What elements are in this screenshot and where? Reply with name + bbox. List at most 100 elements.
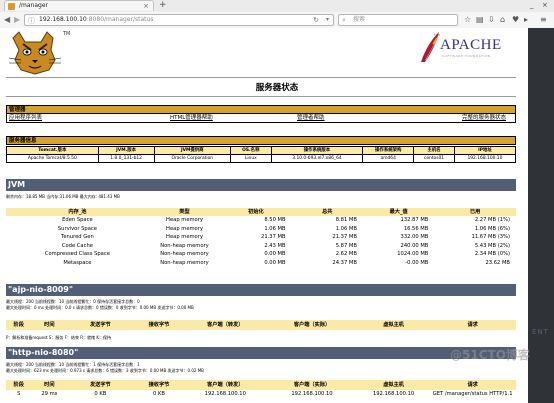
cell-init: 0.00 MB [264, 251, 286, 258]
browser-chrome: /manager × + _ × ◀ ▶ ⓘ 192.168.100.10:80… [0, 0, 554, 28]
close-window-icon[interactable]: × [542, 1, 548, 9]
th-jvm-vendor: JVM提供商 [153, 146, 231, 155]
th-pool: 内存_池 [6, 208, 149, 216]
cell-pool: Metaspace [63, 259, 92, 266]
th-ip: IP地址 [453, 146, 517, 155]
th-total: 总共 [291, 208, 363, 216]
memory-header-row: 内存_池 类型 初始化 总共 最大_值 已用 [6, 208, 516, 216]
td-ip: 192.168.100.10 [453, 154, 517, 163]
cell-stage: S [17, 391, 21, 397]
th-vhost: 虚拟主机 [357, 320, 430, 330]
search-placeholder: 搜索 [353, 16, 366, 23]
download-icon[interactable]: ⇩ [488, 14, 495, 26]
memory-pool-table: 内存_池 类型 初始化 总共 最大_值 已用 Eden Space Heap me… [6, 208, 516, 268]
cell-type: Heap memory [166, 234, 203, 241]
th-stage: 阶段 [6, 380, 32, 390]
home-icon[interactable]: ⌂ [500, 14, 505, 26]
cell-total: 8.81 MB [335, 217, 357, 223]
td-jvm-version: 1.8.0_131-b12 [97, 154, 155, 163]
cell-used: 2.27 MB (1%) [474, 217, 510, 223]
jvm-header: JVM [6, 179, 516, 191]
th-bytes-recv: 接收字节 [133, 380, 185, 390]
server-info-header: 服务器信息 [6, 136, 516, 145]
ajp-header: "ajp-nio-8009" [6, 284, 516, 296]
cell-used: 11.67 MB (3%) [471, 234, 510, 241]
table-row: Metaspace Non-heap memory 0.00 MB 24.37 MB -… [6, 259, 516, 268]
th-stage: 阶段 [6, 320, 32, 330]
watermark: @51CTO博客 [450, 348, 530, 362]
cell-type: Heap memory [166, 217, 203, 223]
th-init: 初始化 [220, 208, 292, 216]
cell-max: 240.00 MB [400, 242, 429, 249]
th-bytes-sent: 发送字节 [67, 320, 134, 330]
manager-section-header: 管理器 [6, 105, 516, 114]
cell-used: 2.34 MB (0%) [474, 251, 510, 258]
back-icon[interactable]: ◀ [4, 14, 10, 26]
cell-type: Non-heap memory [160, 242, 209, 249]
th-bytes-sent: 发送字节 [67, 380, 134, 390]
cell-init: 8.50 MB [264, 217, 286, 223]
menu-icon[interactable]: ≡ [540, 14, 547, 26]
cell-pool: Survivor Space [57, 225, 97, 232]
th-os-name: OS.名称 [229, 146, 272, 155]
server-info-table: Tomcat.版本 JVM.版本 JVM提供商 OS.名称 操作系统版本 操作系… [6, 146, 517, 163]
th-hostname: 主机名 [413, 146, 455, 155]
reload-icon[interactable]: ↻ [313, 15, 319, 25]
url-dropdown-icon[interactable]: ▾ [326, 15, 329, 25]
link-manager-help[interactable]: 管理者帮助 [297, 114, 325, 122]
table-row: Code Cache Non-heap memory 2.43 MB 5.87 MB 2… [6, 242, 516, 251]
search-box[interactable]: ⌕ 搜索 [338, 14, 458, 26]
new-tab-button[interactable]: + [159, 1, 167, 10]
star-icon[interactable]: ☆ [464, 14, 471, 26]
link-html-help[interactable]: HTML管理器帮助 [170, 114, 213, 122]
cell-client-fwd: 192.168.100.10 [204, 391, 246, 397]
tomcat-favicon-icon [8, 3, 15, 10]
minimize-icon[interactable]: _ [530, 1, 534, 9]
cell-init: 2.43 MB [264, 242, 286, 249]
th-type: 类型 [148, 208, 221, 216]
cell-total: 24.37 MB [332, 259, 357, 266]
desktop-side-text: ENT [532, 328, 549, 336]
pocket-icon[interactable]: ♥ [512, 14, 519, 26]
reading-list-icon[interactable]: ▤ [476, 14, 484, 26]
link-app-list[interactable]: 应用程序列表 [9, 114, 42, 122]
extension-icon[interactable]: ▸ [524, 14, 528, 26]
link-full-status[interactable]: 完整的服务器状态 [462, 114, 506, 122]
cell-total: 1.06 MB [335, 225, 357, 232]
tab-title: /manager [19, 2, 48, 9]
cell-type: Non-heap memory [160, 251, 209, 258]
cell-max: 16.56 MB [403, 225, 429, 232]
cell-used: 1.06 MB (6%) [474, 225, 510, 232]
manager-links: 应用程序列表 HTML管理器帮助 管理者帮助 完整的服务器状态 [6, 114, 516, 123]
th-vhost: 虚拟主机 [357, 380, 430, 390]
apache-subtitle: SOFTWARE FOUNDATION [442, 54, 491, 58]
th-jvm-version: JVM.版本 [97, 146, 155, 155]
desktop-background [528, 28, 554, 403]
close-tab-icon[interactable]: × [143, 1, 149, 11]
td-os-version: 3.10.0-693.el7.x86_64 [270, 154, 364, 163]
info-icon[interactable]: ⓘ [28, 16, 35, 26]
jvm-summary: 剩余内存：18.85 MB 当内存:31.06 MB 最大内存: 481.43 … [6, 194, 120, 199]
cell-total: 5.87 MB [335, 242, 357, 249]
table-row: Tenured Gen Heap memory 21.37 MB 21.37 MB 33… [6, 233, 516, 242]
th-time: 时间 [31, 320, 68, 330]
cell-max: 132.87 MB [400, 217, 429, 223]
browser-tab[interactable]: /manager × [4, 0, 154, 11]
divider [6, 96, 516, 97]
cell-bytes-sent: 0 KB [94, 391, 107, 397]
nav-toolbar: ◀ ▶ ⓘ 192.168.100.10:8080/manager/status… [0, 12, 554, 28]
cell-total: 21.37 MB [332, 234, 357, 241]
forward-icon[interactable]: ▶ [14, 14, 20, 26]
cell-vhost: 192.168.100.10 [372, 391, 415, 397]
tomcat-logo-icon [8, 31, 62, 75]
ajp-line2: 最大处理时间：0 ms 处理时间：0.0 s 请求总数：0 错误数：0 收到字节… [6, 305, 194, 310]
cell-request: GET /manager/status HTTP/1.1 [432, 391, 513, 397]
table-row: Eden Space Heap memory 8.50 MB 8.81 MB 132.8… [6, 216, 516, 225]
th-client-actual: 客户端（实际） [266, 320, 358, 330]
ajp-legend: P：解析和准备request S：服务 F：结束 R：就绪 K：保持 [6, 335, 111, 340]
th-request: 请求 [429, 380, 516, 390]
td-hostname: centos01 [413, 154, 455, 163]
cell-bytes-recv: 0 KB [153, 391, 165, 397]
url-bar[interactable]: ⓘ 192.168.100.10:8080/manager/status ↻ ▾ [24, 14, 334, 26]
cell-client-actual: 192.168.100.10 [291, 391, 333, 397]
